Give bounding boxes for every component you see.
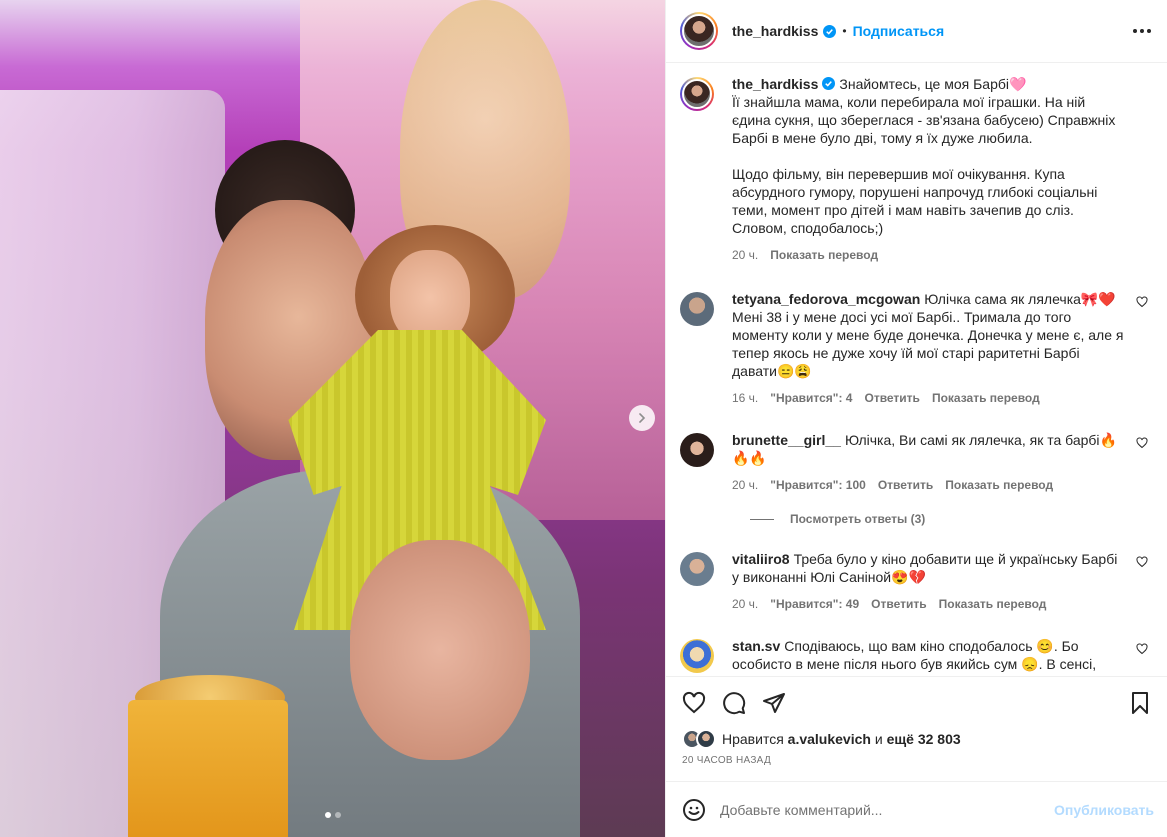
add-comment-bar: Опубликовать [666,781,1167,837]
carousel-dot [325,812,331,818]
carousel-dots [325,812,341,818]
bookmark-icon[interactable] [1128,691,1152,715]
translate-button[interactable]: Показать перевод [939,595,1047,613]
popcorn-bucket [128,700,288,837]
liker-avatars[interactable] [682,729,716,749]
comment-likes[interactable]: "Нравится": 49 [770,595,859,613]
carousel-dot [335,812,341,818]
commenter-avatar[interactable] [680,292,714,326]
comment-author[interactable]: tetyana_fedorova_mcgowan [732,291,920,307]
comment-time[interactable]: 16 ч. [732,389,758,407]
comment-icon[interactable] [722,691,746,715]
caption: the_hardkiss Знайомтесь, це моя Барбі🩷 Її… [680,75,1154,264]
comment-likes[interactable]: "Нравится": 100 [770,476,866,494]
caption-author[interactable]: the_hardkiss [732,76,818,92]
translate-button[interactable]: Показать перевод [945,476,1053,494]
verified-badge-icon [823,24,837,38]
likes-summary: Нравится a.valukevich и ещё 32 803 [682,729,1152,749]
heart-icon[interactable] [1136,296,1148,308]
comment-item: vitaliiro8 Треба було у кіно добавити ще … [680,550,1154,613]
separator-dot: • [842,24,847,38]
reply-button[interactable]: Ответить [864,389,919,407]
comment-item: stan.sv Сподіваюсь, що вам кіно сподобало… [680,637,1154,676]
next-photo-button[interactable] [629,405,655,431]
publish-button[interactable]: Опубликовать [1054,802,1154,818]
commenter-avatar[interactable] [680,433,714,467]
post-sidebar: the_hardkiss • Подписаться the_hardkiss З… [665,0,1167,837]
comment-author[interactable]: vitaliiro8 [732,551,790,567]
comment-text: Сподіваюсь, що вам кіно сподобалось 😊. Б… [732,638,1111,676]
follow-button[interactable]: Подписаться [853,23,945,39]
emoji-smile-icon[interactable] [682,798,706,822]
view-replies-label[interactable]: Посмотреть ответы (3) [790,512,925,526]
commenter-avatar[interactable] [680,639,714,673]
heart-icon[interactable] [1136,643,1148,655]
author-avatar[interactable] [680,12,718,50]
comment-author[interactable]: brunette__girl__ [732,432,841,448]
post-actions: Нравится a.valukevich и ещё 32 803 20 ЧА… [666,676,1167,781]
author-handle[interactable]: the_hardkiss [732,23,818,39]
post-header: the_hardkiss • Подписаться [666,0,1167,63]
comment-time[interactable]: 20 ч. [732,476,758,494]
post-time[interactable]: 20 ЧАСОВ НАЗАД [682,755,1152,766]
author-avatar[interactable] [680,77,714,111]
comment-likes[interactable]: "Нравится": 4 [770,389,852,407]
chevron-right-icon [639,413,646,423]
hand [350,540,530,760]
reply-button[interactable]: Ответить [871,595,926,613]
more-horizontal-icon[interactable] [1133,29,1151,33]
heart-icon[interactable] [1136,437,1148,449]
paper-plane-icon[interactable] [762,691,786,715]
caption-text: Знайомтесь, це моя Барбі🩷 Її знайшла мам… [732,76,1116,236]
translate-button[interactable]: Показать перевод [770,246,878,264]
likes-middle: и [874,731,883,747]
heart-icon[interactable] [682,691,706,715]
liker-username[interactable]: a.valukevich [788,731,871,747]
comment-item: tetyana_fedorova_mcgowan Юлічка сама як л… [680,290,1154,407]
heart-icon[interactable] [1136,556,1148,568]
post-photo [0,0,665,837]
view-replies-button[interactable]: Посмотреть ответы (3) [750,512,1154,526]
likes-prefix: Нравится [722,731,784,747]
commenter-avatar[interactable] [680,552,714,586]
comment-item: brunette__girl__ Юлічка, Ви самі як лялеч… [680,431,1154,494]
comment-input[interactable] [720,801,1055,818]
caption-time[interactable]: 20 ч. [732,246,758,264]
verified-badge-icon [822,77,836,90]
likes-count[interactable]: ещё 32 803 [887,731,961,747]
reply-button[interactable]: Ответить [878,476,933,494]
comments-list[interactable]: the_hardkiss Знайомтесь, це моя Барбі🩷 Її… [666,63,1167,676]
comment-time[interactable]: 20 ч. [732,595,758,613]
translate-button[interactable]: Показать перевод [932,389,1040,407]
comment-author[interactable]: stan.sv [732,638,780,654]
replies-divider [750,518,774,520]
